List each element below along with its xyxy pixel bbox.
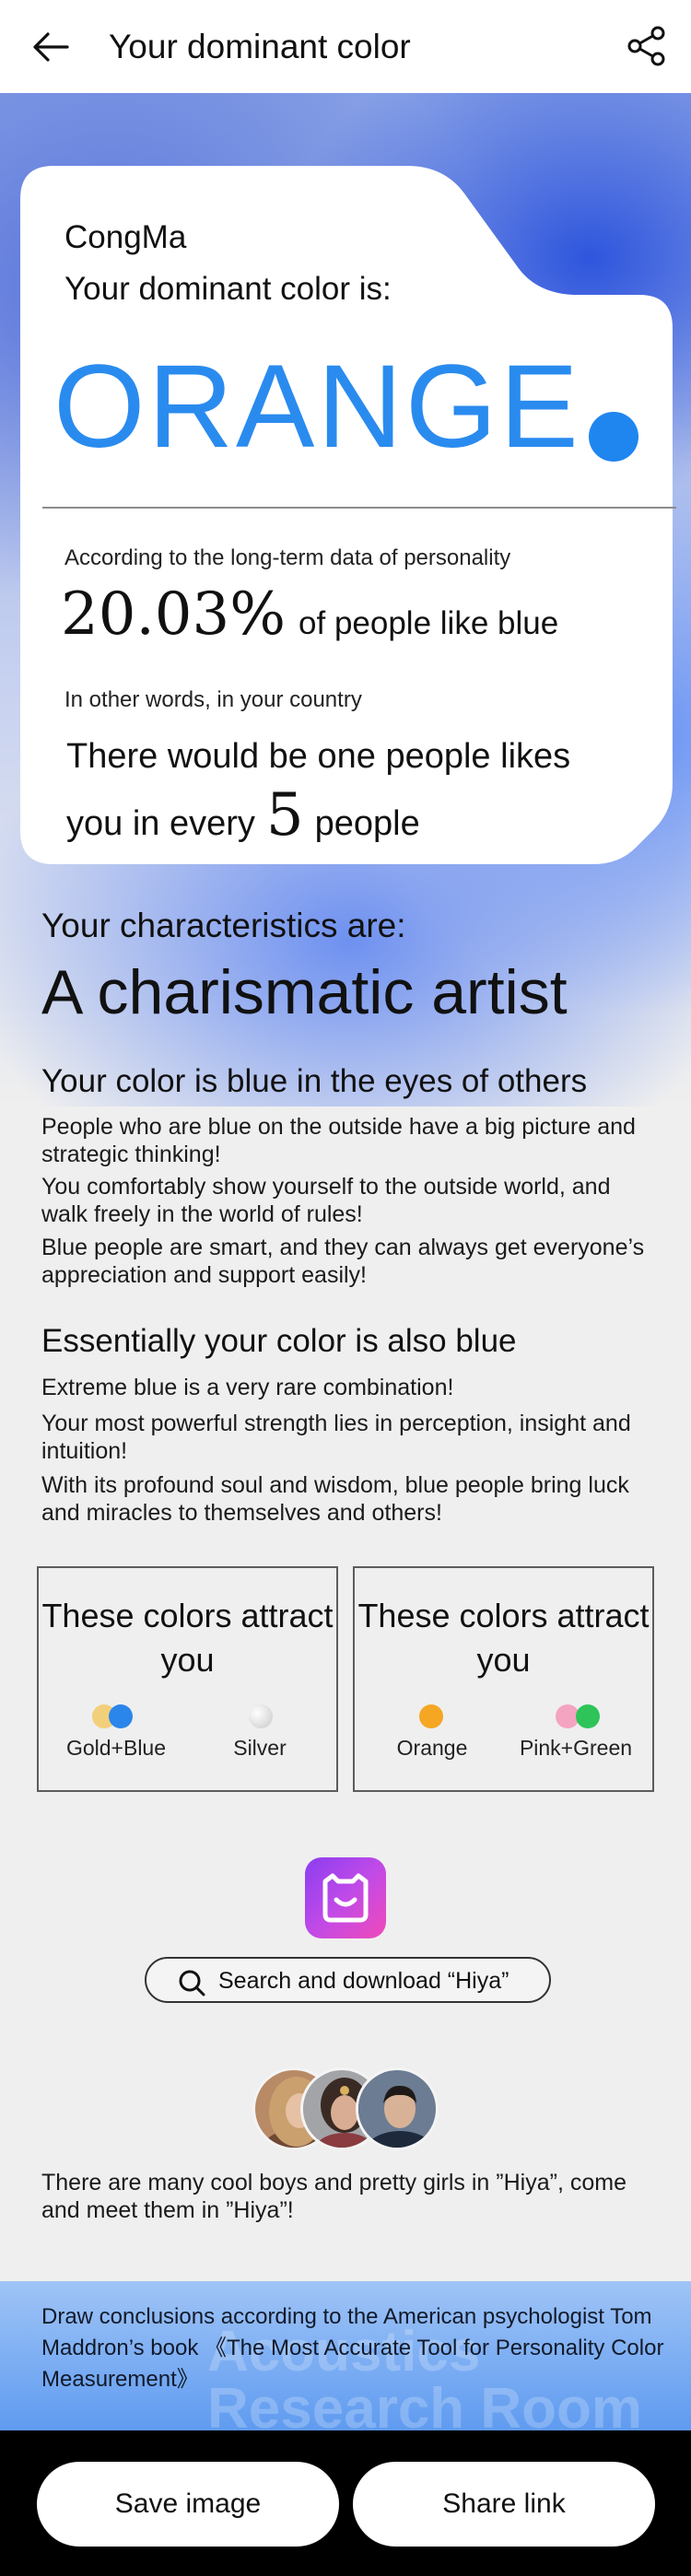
arrow-left-icon xyxy=(33,32,69,62)
characteristics-value: A charismatic artist xyxy=(41,957,568,1027)
swatch-label: Silver xyxy=(233,1736,287,1760)
outside-color-title: Your color is blue in the eyes of others xyxy=(41,1063,588,1099)
stat-suffix: of people like blue xyxy=(299,605,559,641)
username: CongMa xyxy=(64,219,187,255)
silver-swatch xyxy=(249,1704,273,1728)
search-download-label: Search and download “Hiya” xyxy=(218,1968,509,1994)
share-button[interactable] xyxy=(623,22,671,70)
swatch-single xyxy=(249,1704,276,1732)
avatar xyxy=(356,2067,439,2150)
result-card: CongMa Your dominant color is: ORANGE Ac… xyxy=(20,166,676,864)
page-title: Your dominant color xyxy=(109,28,411,65)
divider xyxy=(42,507,676,509)
top-app-bar: Your dominant color xyxy=(0,0,691,93)
swatch-single xyxy=(419,1704,447,1732)
attract-title: These colors attract you xyxy=(357,1597,650,1679)
ratio-line-1: There would be one people likes xyxy=(66,737,571,776)
essential-paragraph: Extreme blue is a very rare combination! xyxy=(41,1375,454,1400)
search-icon xyxy=(179,1970,205,1996)
search-download-button[interactable]: Search and download “Hiya” xyxy=(145,1957,551,2003)
orange-swatch xyxy=(419,1704,443,1728)
attract-colors-box: These colors attract you Gold+Blue Silve… xyxy=(37,1566,338,1792)
essential-color-title: Essentially your color is also blue xyxy=(41,1323,517,1359)
dominant-color-name: ORANGE xyxy=(53,341,581,473)
ratio-number: 5 xyxy=(265,781,304,849)
essential-paragraph: Your most powerful strength lies in perc… xyxy=(41,1411,631,1464)
stat-intro: According to the long-term data of perso… xyxy=(64,545,511,570)
save-image-button[interactable]: Save image xyxy=(37,2462,339,2547)
swatch-pair xyxy=(556,1704,611,1732)
green-swatch xyxy=(576,1704,600,1728)
ratio-prefix: you in every xyxy=(66,804,255,843)
swatch-pair xyxy=(92,1704,147,1732)
blue-swatch xyxy=(109,1704,133,1728)
swatch-label: Gold+Blue xyxy=(65,1736,167,1760)
hiya-logo-icon[interactable] xyxy=(305,1857,386,1938)
outside-paragraph: You comfortably show yourself to the out… xyxy=(41,1174,611,1227)
attract-title: These colors attract you xyxy=(41,1597,334,1679)
back-button[interactable] xyxy=(28,24,74,70)
outside-paragraph: Blue people are smart, and they can alwa… xyxy=(41,1235,645,1288)
ratio-suffix: people xyxy=(314,804,420,843)
source-note-band: Acoustics Research Room Draw conclusions… xyxy=(0,2281,691,2430)
characteristics-label: Your characteristics are: xyxy=(41,907,406,944)
share-link-button[interactable]: Share link xyxy=(353,2462,655,2547)
swatch-label: Pink+Green xyxy=(519,1736,633,1760)
words-intro: In other words, in your country xyxy=(64,687,362,712)
essential-paragraph: With its profound soul and wisdom, blue … xyxy=(41,1472,629,1526)
share-icon xyxy=(627,26,665,66)
invite-text: There are many cool boys and pretty girl… xyxy=(41,2170,627,2223)
swatch-label: Orange xyxy=(396,1736,468,1760)
attract-colors-box: These colors attract you Orange Pink+Gre… xyxy=(353,1566,654,1792)
hiya-logo-glyph xyxy=(322,1873,369,1923)
stat-line: 20.03% of people like blue xyxy=(61,580,558,649)
stat-percent: 20.03% xyxy=(61,580,287,649)
outside-paragraph: People who are blue on the outside have … xyxy=(41,1114,636,1167)
color-dot xyxy=(589,412,638,462)
ratio-line-2: you in every 5 people xyxy=(66,781,420,849)
source-note: Draw conclusions according to the Americ… xyxy=(41,2304,664,2392)
bottom-action-bar: Save image Share link xyxy=(0,2430,691,2576)
dominant-color-label: Your dominant color is: xyxy=(64,271,392,307)
